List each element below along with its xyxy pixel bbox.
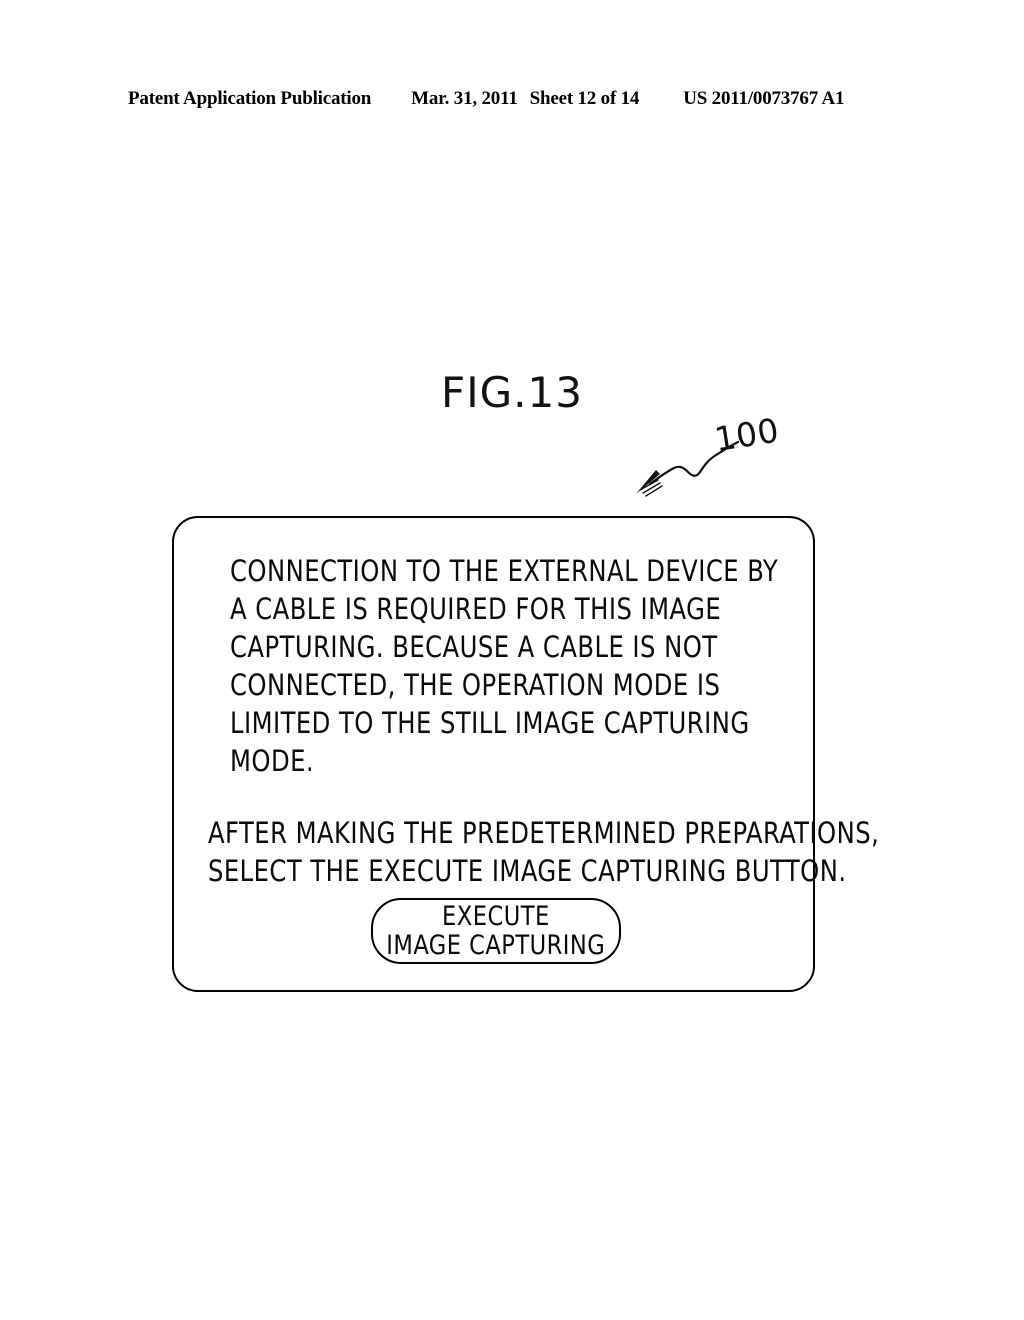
message-line: CONNECTED, THE OPERATION MODE IS (230, 668, 721, 702)
message-line: SELECT THE EXECUTE IMAGE CAPTURING BUTTO… (208, 854, 847, 888)
reference-callout: 100 (630, 410, 800, 500)
message-paragraph-1: CONNECTION TO THE EXTERNAL DEVICE BY A C… (230, 552, 779, 780)
publication-label: Patent Application Publication (128, 88, 372, 109)
publication-date: Mar. 31, 2011 (411, 88, 518, 109)
patent-number: US 2011/0073767 A1 (683, 88, 845, 109)
execute-button-label-line-2: IMAGE CAPTURING (385, 930, 606, 961)
patent-sheet-header: Patent Application Publication Mar. 31, … (128, 88, 896, 110)
figure-title: FIG.13 (441, 368, 583, 417)
dialog-body: CONNECTION TO THE EXTERNAL DEVICE BY A C… (174, 552, 880, 890)
message-line: A CABLE IS REQUIRED FOR THIS IMAGE (230, 592, 722, 626)
execute-button-label-line-1: EXECUTE (441, 901, 550, 932)
execute-image-capturing-button[interactable]: EXECUTE IMAGE CAPTURING (370, 898, 621, 964)
dialog-button-row: EXECUTE IMAGE CAPTURING (174, 898, 817, 964)
message-line: AFTER MAKING THE PREDETERMINED PREPARATI… (208, 816, 880, 850)
dialog-screen: CONNECTION TO THE EXTERNAL DEVICE BY A C… (172, 516, 880, 992)
message-line: CAPTURING. BECAUSE A CABLE IS NOT (230, 630, 718, 664)
message-line: MODE. (230, 744, 315, 778)
message-line: CONNECTION TO THE EXTERNAL DEVICE BY (230, 554, 779, 588)
sheet-number: Sheet 12 of 14 (529, 88, 640, 109)
message-line: LIMITED TO THE STILL IMAGE CAPTURING (230, 706, 750, 740)
message-paragraph-2: AFTER MAKING THE PREDETERMINED PREPARATI… (208, 814, 880, 890)
